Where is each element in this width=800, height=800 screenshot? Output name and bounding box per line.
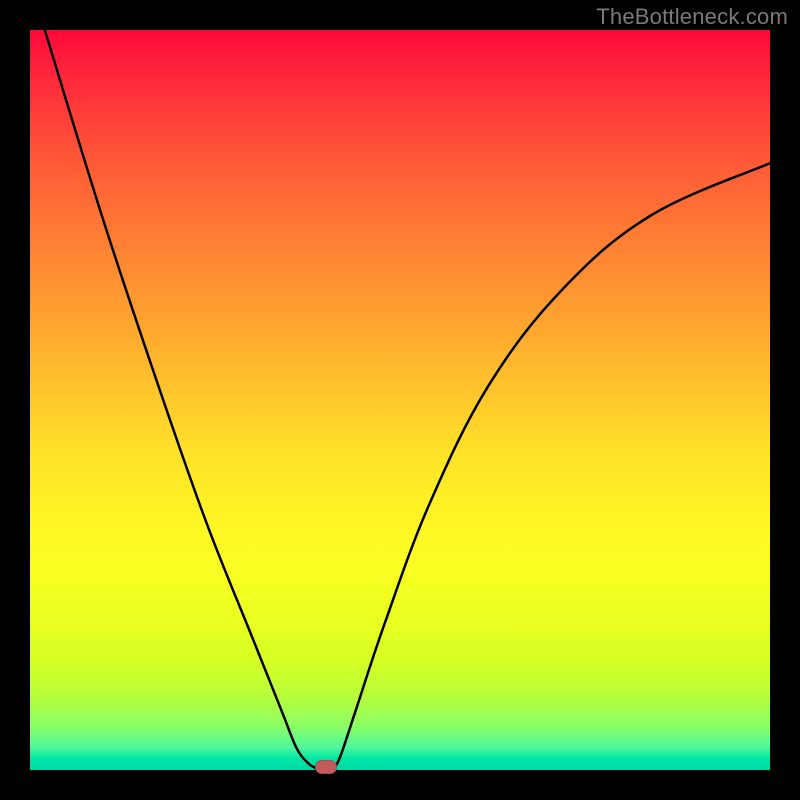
- curve-right-branch: [333, 163, 770, 770]
- curve-left-branch: [45, 30, 319, 770]
- plot-area: [30, 30, 770, 770]
- bottleneck-curve: [30, 30, 770, 770]
- watermark-text: TheBottleneck.com: [596, 4, 788, 30]
- minimum-marker: [315, 760, 337, 774]
- image-frame: TheBottleneck.com: [0, 0, 800, 800]
